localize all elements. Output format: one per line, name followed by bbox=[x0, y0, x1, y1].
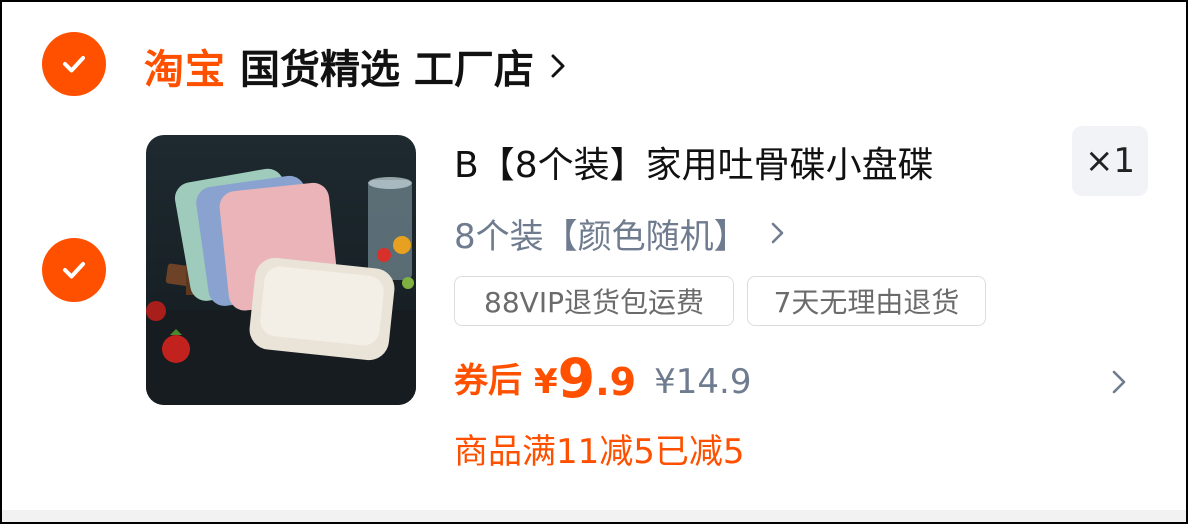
cart-shop-card: 淘宝 国货精选 工厂店 B【8个装】家用吐骨碟小盘碟 ×1 8个装【颜色随机】 … bbox=[2, 2, 1186, 522]
shop-select-checkbox[interactable] bbox=[42, 32, 106, 96]
price-currency: ¥ bbox=[534, 362, 558, 402]
product-title[interactable]: B【8个装】家用吐骨碟小盘碟 bbox=[454, 136, 934, 188]
check-icon bbox=[63, 262, 85, 279]
product-image[interactable] bbox=[146, 135, 416, 405]
sku-label: 8个装【颜色随机】 bbox=[454, 216, 748, 257]
price-integer: 9 bbox=[557, 347, 596, 410]
promotion-text: 商品满11减5已减5 bbox=[454, 432, 745, 472]
original-price: ¥14.9 bbox=[654, 362, 752, 402]
service-tag-7day-return: 7天无理由退货 bbox=[747, 276, 986, 326]
chevron-right-icon bbox=[771, 222, 783, 244]
check-icon bbox=[63, 56, 85, 73]
item-select-checkbox[interactable] bbox=[42, 238, 106, 302]
shop-header[interactable]: 淘宝 国货精选 工厂店 bbox=[144, 36, 568, 96]
coupon-price-label: 券后 bbox=[454, 361, 522, 401]
sku-selector[interactable]: 8个装【颜色随机】 bbox=[454, 210, 786, 257]
quantity-badge[interactable]: ×1 bbox=[1072, 126, 1148, 196]
shop-name[interactable]: 国货精选 工厂店 bbox=[240, 37, 534, 95]
chevron-right-icon[interactable] bbox=[548, 51, 568, 81]
price-decimal: .9 bbox=[595, 360, 637, 404]
taobao-logo: 淘宝 bbox=[144, 47, 226, 93]
price-row: 券后 ¥ 9 .9 ¥14.9 bbox=[454, 342, 751, 412]
service-tag-return-shipping: 88VIP退货包运费 bbox=[454, 276, 734, 326]
card-divider bbox=[2, 510, 1186, 522]
chevron-right-icon[interactable] bbox=[1110, 368, 1128, 396]
